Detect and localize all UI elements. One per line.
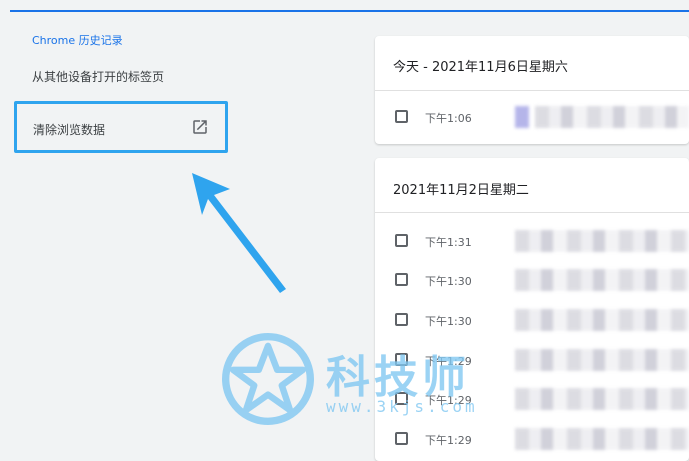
clear-browsing-data-button[interactable]: 清除浏览数据 bbox=[14, 101, 228, 153]
divider bbox=[375, 212, 689, 213]
history-row[interactable]: 下午1:31 bbox=[375, 222, 689, 261]
blurred-page-title[interactable] bbox=[515, 349, 689, 371]
row-checkbox[interactable] bbox=[395, 432, 408, 445]
blurred-page-title[interactable] bbox=[515, 269, 689, 291]
blurred-page-title[interactable] bbox=[535, 106, 689, 128]
visit-time: 下午1:30 bbox=[425, 275, 472, 288]
history-row[interactable]: 下午1:06 bbox=[375, 98, 689, 137]
visit-time: 下午1:06 bbox=[425, 112, 472, 125]
watermark-star-logo-icon bbox=[222, 333, 314, 425]
other-devices-tabs[interactable]: 从其他设备打开的标签页 bbox=[32, 68, 164, 85]
row-checkbox[interactable] bbox=[395, 234, 408, 247]
history-card-today: 今天 - 2021年11月6日星期六 下午1:06 bbox=[375, 36, 689, 144]
blurred-page-title[interactable] bbox=[515, 388, 689, 410]
watermark: 科技师 www.3kjs.com bbox=[222, 333, 492, 425]
arrow-annotation bbox=[192, 173, 286, 293]
blurred-page-title[interactable] bbox=[515, 230, 689, 252]
favicon-icon bbox=[515, 106, 529, 128]
watermark-url: www.3kjs.com bbox=[326, 397, 478, 416]
visit-time: 下午1:31 bbox=[425, 236, 472, 249]
blurred-page-title[interactable] bbox=[515, 309, 689, 331]
blurred-page-title[interactable] bbox=[515, 428, 689, 450]
history-row[interactable]: 下午1:29 bbox=[375, 420, 689, 459]
row-checkbox[interactable] bbox=[395, 313, 408, 326]
clear-browsing-data-label: 清除浏览数据 bbox=[33, 123, 106, 137]
watermark-brand: 科技师 bbox=[326, 352, 470, 403]
external-link-icon bbox=[193, 120, 207, 134]
history-row[interactable]: 下午1:30 bbox=[375, 261, 689, 300]
visit-time: 下午1:30 bbox=[425, 315, 472, 328]
divider bbox=[375, 90, 689, 91]
date-header: 今天 - 2021年11月6日星期六 bbox=[393, 60, 568, 75]
history-title[interactable]: Chrome 历史记录 bbox=[32, 32, 123, 48]
date-header: 2021年11月2日星期二 bbox=[393, 183, 529, 198]
row-checkbox[interactable] bbox=[395, 110, 408, 123]
row-checkbox[interactable] bbox=[395, 273, 408, 286]
visit-time: 下午1:29 bbox=[425, 434, 472, 447]
